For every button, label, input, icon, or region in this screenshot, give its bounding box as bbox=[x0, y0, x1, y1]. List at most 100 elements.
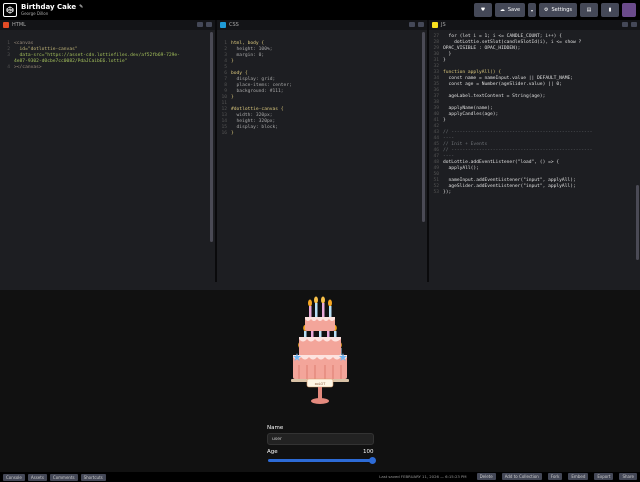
fork-button[interactable]: Fork bbox=[547, 473, 563, 480]
cloud-icon: ☁ bbox=[499, 7, 505, 13]
html-collapse-icon[interactable] bbox=[206, 22, 212, 27]
css-code[interactable]: 1 html, body { 2 height: 100%; 3 margin: … bbox=[217, 30, 427, 143]
css-scrollbar[interactable] bbox=[422, 32, 425, 222]
code-line: ageSlider.addEventListener("input", appl… bbox=[443, 184, 576, 189]
edit-pencil-icon[interactable]: ✎ bbox=[79, 5, 83, 10]
code-line: width: 320px; bbox=[231, 113, 273, 118]
embed-button[interactable]: Embed bbox=[568, 473, 589, 480]
code-line: // Init + Events bbox=[443, 142, 488, 147]
chevron-down-icon: ▾ bbox=[530, 7, 533, 13]
code-line: margin: 0; bbox=[231, 53, 265, 58]
html-scrollbar[interactable] bbox=[210, 32, 213, 242]
code-line: #dotlottie-canvas { bbox=[231, 107, 284, 112]
js-code[interactable]: 27 for (let i = 1; i <= CANDLE_COUNT; i+… bbox=[429, 30, 640, 196]
code-line: const age = Number(ageSlider.value) || 0… bbox=[443, 82, 562, 87]
html-editor-header: HTML bbox=[0, 20, 215, 30]
code-line: applyName(name); bbox=[443, 106, 493, 111]
name-input-value: user bbox=[272, 436, 282, 442]
code-line: height: 320px; bbox=[231, 119, 276, 124]
js-settings-icon[interactable] bbox=[622, 22, 628, 27]
css-language-icon bbox=[220, 22, 226, 28]
like-button[interactable]: ♥ bbox=[474, 3, 492, 17]
user-avatar[interactable] bbox=[622, 3, 636, 17]
code-line: for (let i = 1; i <= CANDLE_COUNT; i++) … bbox=[443, 34, 562, 39]
code-line: html, body { bbox=[231, 41, 265, 46]
age-value: 100 bbox=[363, 449, 374, 455]
name-input[interactable]: user bbox=[267, 433, 374, 445]
code-line: OPAC_VISIBLE : OPAC_HIDDEN); bbox=[443, 46, 521, 51]
heart-icon: ♥ bbox=[480, 7, 486, 13]
code-line: id="dotlottie-canvas" bbox=[14, 47, 78, 52]
assets-button[interactable]: Assets bbox=[27, 473, 47, 481]
code-line: place-items: center; bbox=[231, 83, 292, 88]
top-header: Birthday Cake ✎ George Dillon ♥ ☁ Save ▾… bbox=[0, 0, 640, 20]
settings-button[interactable]: ⚙ Settings bbox=[539, 3, 577, 17]
code-line: // -------------------------------------… bbox=[443, 130, 593, 135]
code-line: }); bbox=[443, 190, 452, 195]
js-language-icon bbox=[432, 22, 438, 28]
code-line: } bbox=[231, 131, 234, 136]
js-scrollbar[interactable] bbox=[636, 185, 639, 260]
code-line: function applyAll() { bbox=[443, 70, 502, 75]
code-line: ageLabel.textContent = String(age); bbox=[443, 94, 546, 99]
birthday-cake-animation: xoLOT bbox=[291, 296, 349, 404]
code-line: display: grid; bbox=[231, 77, 276, 82]
save-button[interactable]: ☁ Save bbox=[495, 3, 525, 17]
console-button[interactable]: Console bbox=[3, 473, 25, 481]
comments-button[interactable]: Comments bbox=[49, 473, 78, 481]
author-name[interactable]: George Dillon bbox=[21, 12, 83, 16]
code-line: <canvas bbox=[14, 41, 34, 46]
code-line: body { bbox=[231, 71, 248, 76]
html-settings-icon[interactable] bbox=[197, 22, 203, 27]
css-editor-header: CSS bbox=[217, 20, 427, 30]
bottom-bar: Console Assets Comments Shortcuts Last s… bbox=[0, 472, 640, 482]
add-to-collection-button[interactable]: Add to Collection bbox=[501, 473, 542, 480]
age-label: Age bbox=[267, 449, 278, 455]
code-line: height: 100%; bbox=[231, 47, 273, 52]
code-line: applyCandles(age); bbox=[443, 112, 499, 117]
share-button[interactable]: Share bbox=[619, 473, 637, 480]
code-line: } bbox=[443, 52, 452, 57]
code-line: ---- bbox=[443, 154, 455, 159]
code-line: ---- bbox=[443, 136, 455, 141]
codepen-logo-icon[interactable] bbox=[3, 3, 17, 17]
html-editor[interactable]: HTML 1 <canvas 2 id="dotlottie-canvas" 3 … bbox=[0, 20, 217, 282]
cake-stand bbox=[311, 387, 329, 404]
gear-icon: ⚙ bbox=[544, 7, 549, 13]
js-editor-header: JS bbox=[429, 20, 640, 30]
code-line: data-src="https://asset-cdn.lottiefiles.… bbox=[14, 53, 180, 58]
code-line: background: #111; bbox=[231, 89, 284, 94]
code-line: applyAll(); bbox=[443, 166, 479, 171]
last-saved-text: Last saved FEBRUARY 11, 2026 — 6:15:23 P… bbox=[379, 474, 467, 479]
css-collapse-icon[interactable] bbox=[418, 22, 424, 27]
code-line: } bbox=[443, 118, 446, 123]
css-settings-icon[interactable] bbox=[409, 22, 415, 27]
js-editor[interactable]: JS 27 for (let i = 1; i <= CANDLE_COUNT;… bbox=[429, 20, 640, 282]
code-line: } bbox=[231, 59, 234, 64]
code-line: 4e87-9302-d0cbe7cc0082/PdaJCaibE6.lottie… bbox=[14, 59, 128, 64]
code-line: const name = nameInput.value || DEFAULT_… bbox=[443, 76, 573, 81]
code-line: dotLottie.addEventListener("load", () =>… bbox=[443, 160, 560, 165]
pen-title[interactable]: Birthday Cake bbox=[21, 4, 76, 11]
cake-tiers bbox=[291, 317, 349, 382]
age-slider[interactable] bbox=[268, 459, 373, 462]
code-line: ></canvas> bbox=[14, 65, 42, 70]
shortcuts-button[interactable]: Shortcuts bbox=[80, 473, 106, 481]
code-line: nameInput.addEventListener("input", appl… bbox=[443, 178, 576, 183]
save-dropdown-button[interactable]: ▾ bbox=[528, 3, 536, 17]
code-line: display: block; bbox=[231, 125, 279, 130]
code-line: // -------------------------------------… bbox=[443, 148, 593, 153]
preview-resize-bar[interactable] bbox=[0, 282, 640, 290]
css-editor[interactable]: CSS 1 html, body { 2 height: 100%; 3 marg… bbox=[217, 20, 429, 282]
delete-button[interactable]: Delete bbox=[476, 473, 496, 480]
layout-button[interactable]: ▤ bbox=[580, 3, 598, 17]
html-language-icon bbox=[3, 22, 9, 28]
editor-panels: HTML 1 <canvas 2 id="dotlottie-canvas" 3 … bbox=[0, 20, 640, 282]
bookmark-button[interactable]: ▮ bbox=[601, 3, 619, 17]
code-line: } bbox=[231, 95, 234, 100]
export-button[interactable]: Export bbox=[594, 473, 614, 480]
age-slider-thumb[interactable] bbox=[369, 457, 376, 464]
cake-plate-text: xoLOT bbox=[315, 382, 327, 386]
html-code[interactable]: 1 <canvas 2 id="dotlottie-canvas" 3 data-… bbox=[0, 30, 215, 77]
js-collapse-icon[interactable] bbox=[631, 22, 637, 27]
